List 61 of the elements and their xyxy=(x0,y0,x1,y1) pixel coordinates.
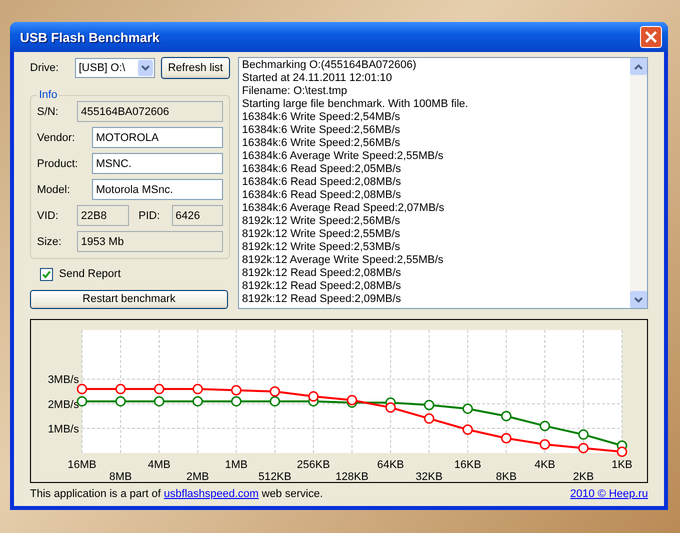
input-field[interactable]: MSNC. xyxy=(92,153,223,174)
log-line: 16384k:6 Average Read Speed:2,07MB/s xyxy=(242,202,446,215)
footer-text: This application is a part of usbflashspeed.com web service. xyxy=(30,488,323,500)
credit-link[interactable]: 2010 © Heep.ru xyxy=(570,488,648,500)
y-axis-label: 3MB/s xyxy=(48,374,79,386)
x-axis-label: 128KB xyxy=(335,471,369,482)
x-axis-label: 32KB xyxy=(416,471,443,482)
x-axis-label: 1MB xyxy=(224,459,248,471)
x-axis-label: 8MB xyxy=(109,471,132,482)
log-line: 8192k:12 Write Speed:2,55MB/s xyxy=(242,228,402,241)
x-axis-label: 256KB xyxy=(296,459,330,471)
log-line: 16384k:6 Write Speed:2,56MB/s xyxy=(242,124,402,137)
y-axis-label: 1MB/s xyxy=(48,423,79,436)
drive-dropdown[interactable]: [USB] O:\ xyxy=(74,58,155,78)
x-axis-label: 2KB xyxy=(573,471,594,482)
x-axis-label: 4KB xyxy=(534,459,556,471)
log-line: 8192k:12 Average Write Speed:2,55MB/s xyxy=(242,254,444,267)
field-label: VID: xyxy=(37,210,60,222)
log-line: 16384k:6 Read Speed:2,08MB/s xyxy=(242,176,402,189)
log-line: Filename: O:\test.tmp xyxy=(242,85,348,98)
readonly-field: 6426 xyxy=(172,205,223,226)
x-axis-label: 64KB xyxy=(377,459,404,471)
log-line: Bechmarking O:(455164BA072606) xyxy=(242,59,418,72)
y-axis-label: 2MB/s xyxy=(48,398,79,411)
x-axis-label: 4MB xyxy=(148,459,170,471)
readonly-field: 22B8 xyxy=(77,205,128,226)
log-line: 8192k:12 Write Speed:2,56MB/s xyxy=(242,215,402,228)
log-line: 8192k:12 Read Speed:2,08MB/s xyxy=(242,267,402,280)
input-field[interactable]: MOTOROLA xyxy=(92,127,223,148)
x-axis-label: 8KB xyxy=(496,471,517,482)
log-line: 16384k:6 Read Speed:2,05MB/s xyxy=(242,163,402,176)
log-line: 16384k:6 Average Write Speed:2,55MB/s xyxy=(242,150,444,163)
readonly-field: 455164BA072606 xyxy=(77,101,223,122)
group-title: Info xyxy=(38,89,58,101)
log-line: 8192k:12 Read Speed:2,08MB/s xyxy=(242,280,402,293)
refresh-list-button[interactable]: Refresh list xyxy=(160,57,230,79)
log-line: Starting large file benchmark. With 100MB file. xyxy=(242,98,470,111)
x-axis-label: 2MB xyxy=(186,471,210,482)
field-label: Vendor: xyxy=(37,132,76,144)
log-line: 16384k:6 Read Speed:2,08MB/s xyxy=(242,189,402,202)
restart-benchmark-button[interactable]: Restart benchmark xyxy=(30,290,228,309)
x-axis-label: 16MB xyxy=(68,459,96,471)
log-line: 16384k:6 Write Speed:2,56MB/s xyxy=(242,137,402,150)
input-field[interactable]: Motorola MSnc. xyxy=(92,179,223,200)
drive-label: Drive: xyxy=(30,62,59,74)
x-axis-label: 512KB xyxy=(258,471,292,482)
field-label: Model: xyxy=(37,184,72,196)
window-title: USB Flash Benchmark xyxy=(20,30,160,44)
log-line: Started at 24.11.2011 12:01:10 xyxy=(242,72,394,85)
x-axis-label: 1KB xyxy=(612,459,632,471)
log-line: 8192k:12 Read Speed:2,09MB/s xyxy=(242,293,402,306)
readonly-field: 1953 Mb xyxy=(77,231,223,252)
x-axis-label: 16KB xyxy=(454,459,482,471)
field-label: S/N: xyxy=(37,106,60,118)
field-label: Product: xyxy=(37,158,79,170)
website-link[interactable]: usbflashspeed.com xyxy=(164,488,259,500)
field-label: PID: xyxy=(138,210,161,222)
log-line: 8192k:12 Write Speed:2,53MB/s xyxy=(242,241,402,254)
log-line: 16384k:6 Write Speed:2,54MB/s xyxy=(242,111,402,124)
checkbox-label: Send Report xyxy=(59,268,121,280)
field-label: Size: xyxy=(37,236,62,248)
